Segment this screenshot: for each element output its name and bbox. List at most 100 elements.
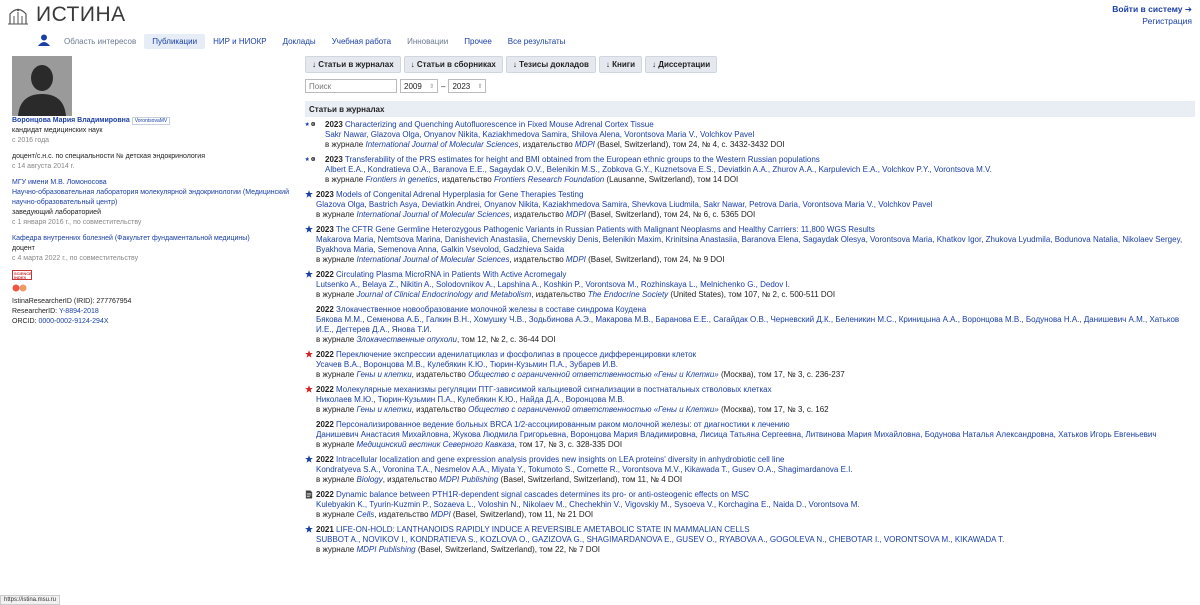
lab-link[interactable]: Научно-образовательная лаборатория молек… xyxy=(12,188,292,208)
publication-title-link[interactable]: LIFE-ON-HOLD: LANTHANOIDS RAPIDLY INDUCE… xyxy=(336,525,750,534)
publication-title-link[interactable]: Молекулярные механизмы регуляции ПТГ-зав… xyxy=(336,385,772,394)
search-input[interactable]: Поиск xyxy=(305,79,397,93)
publication-item: 2023 Transferability of the PRS estimate… xyxy=(305,155,1195,185)
publication-year: 2023 xyxy=(316,225,334,234)
tab-research[interactable]: НИР и НИОКР xyxy=(205,34,275,49)
publication-marker xyxy=(305,525,315,533)
publication-authors[interactable]: SUBBOT A., NOVIKOV I., KONDRATIEVA S., K… xyxy=(316,535,1195,545)
journal-link[interactable]: Cells xyxy=(356,510,374,519)
publisher-link[interactable]: Общество с ограниченной ответственностью… xyxy=(468,405,719,414)
publication-title-row: 2023 Characterizing and Quenching Autofl… xyxy=(325,120,1195,130)
publisher-link[interactable]: MDPI xyxy=(431,510,451,519)
document-icon[interactable] xyxy=(305,490,313,499)
star-icon[interactable] xyxy=(305,385,313,393)
orcid-link[interactable]: 0000-0002-9124-294X xyxy=(38,318,108,325)
site-title[interactable]: ИСТИНА xyxy=(36,3,126,27)
profile-nick[interactable]: VorontsovaMV xyxy=(131,117,171,125)
journal-link[interactable]: Frontiers in genetics xyxy=(365,175,437,184)
publication-title-link[interactable]: Models of Congenital Adrenal Hyperplasia… xyxy=(336,190,583,199)
publication-title-link[interactable]: The CFTR Gene Germline Heterozygous Path… xyxy=(336,225,875,234)
globe-icon[interactable] xyxy=(310,155,315,163)
journal-link[interactable]: Гены и клетки xyxy=(356,370,411,379)
journal-link[interactable]: International Journal of Molecular Scien… xyxy=(356,210,509,219)
researcher-id-link[interactable]: Y-8894-2018 xyxy=(59,308,99,315)
star-icon[interactable] xyxy=(305,270,313,278)
abstracts-button[interactable]: ↓ Тезисы докладов xyxy=(505,56,596,73)
tab-publications[interactable]: Публикации xyxy=(144,33,206,49)
tab-other[interactable]: Прочее xyxy=(456,34,500,49)
publication-authors[interactable]: Данишевич Анастасия Михайловна, Жукова Л… xyxy=(316,430,1195,440)
tab-teaching[interactable]: Учебная работа xyxy=(324,34,399,49)
collection-articles-button[interactable]: ↓ Статьи в сборниках xyxy=(403,56,503,73)
publication-title-link[interactable]: Circulating Plasma MicroRNA in Patients … xyxy=(336,270,566,279)
publication-title-link[interactable]: Dynamic balance between PTH1R-dependent … xyxy=(336,490,749,499)
journal-link[interactable]: Гены и клетки xyxy=(356,405,411,414)
publisher-link[interactable]: MDPI xyxy=(566,255,586,264)
journal-link[interactable]: Медицинский вестник Северного Кавказа xyxy=(356,440,514,449)
publication-authors[interactable]: Бякова М.М., Семенова А.Б., Галкин В.Н.,… xyxy=(316,315,1195,335)
org-link[interactable]: МГУ имени М.В. Ломоносова xyxy=(12,178,292,188)
tab-innovations[interactable]: Инновации xyxy=(399,34,456,49)
publication-title-link[interactable]: Characterizing and Quenching Autofluores… xyxy=(345,120,654,129)
tab-reports[interactable]: Доклады xyxy=(275,34,324,49)
star-icon[interactable] xyxy=(305,190,313,198)
journal-link[interactable]: International Journal of Molecular Scien… xyxy=(365,140,518,149)
publication-authors[interactable]: Kulebyakin K., Tyurin-Kuzmin P., Sozaeva… xyxy=(316,500,1195,510)
star-icon[interactable] xyxy=(305,455,313,463)
publisher-link[interactable]: MDPI Publishing xyxy=(356,545,415,554)
meta-prefix: в журнале xyxy=(316,370,357,379)
stepper-icon[interactable]: ⇕ xyxy=(477,83,482,90)
journal-link[interactable]: Biology xyxy=(356,475,382,484)
publication-meta: в журнале International Journal of Molec… xyxy=(316,210,1195,220)
science-index-badge[interactable]: SCIENCE INDEX xyxy=(12,270,32,280)
journal-articles-button[interactable]: ↓ Статьи в журналах xyxy=(305,56,401,73)
publication-authors[interactable]: Albert E.A., Kondratieva O.A., Baranova … xyxy=(325,165,1195,175)
orcid-row: ORCID: 0000-0002-9124-294X xyxy=(12,317,292,327)
dept-link[interactable]: Кафедра внутренних болезней (Факультет ф… xyxy=(12,234,292,244)
journal-link[interactable]: Злокачественные опухоли xyxy=(356,335,456,344)
meta-suffix: (Москва), том 17, № 3, с. 236-237 xyxy=(718,370,845,379)
msu-logo-icon[interactable] xyxy=(6,4,30,26)
publication-title-link[interactable]: Персонализированное ведение больных BRCA… xyxy=(336,420,790,429)
publication-authors[interactable]: Kondratyeva S.A., Voronina T.A., Nesmelo… xyxy=(316,465,1195,475)
login-link[interactable]: Войти в систему ➔ xyxy=(1112,4,1192,15)
publication-title-row: 2022 Circulating Plasma MicroRNA in Pati… xyxy=(316,270,1195,280)
publication-authors[interactable]: Lutsenko A., Belaya Z., Nikitin A., Solo… xyxy=(316,280,1195,290)
publication-title-link[interactable]: Transferability of the PRS estimates for… xyxy=(345,155,820,164)
publication-authors[interactable]: Makarova Maria, Nemtsova Marina, Danishe… xyxy=(316,235,1195,255)
dissertations-button[interactable]: ↓ Диссертации xyxy=(645,56,718,73)
publication-marker xyxy=(305,120,315,128)
publication-authors[interactable]: Glazova Olga, Bastrich Asya, Deviatkin A… xyxy=(316,200,1195,210)
publication-authors[interactable]: Sakr Nawar, Glazova Olga, Onyanov Nikita… xyxy=(325,130,1195,140)
publisher-link[interactable]: MDPI xyxy=(575,140,595,149)
publisher-link[interactable]: MDPI Publishing xyxy=(439,475,498,484)
star-icon[interactable] xyxy=(305,525,313,533)
star-icon[interactable] xyxy=(305,350,313,358)
books-button[interactable]: ↓ Книги xyxy=(598,56,643,73)
meta-prefix: в журнале xyxy=(316,440,357,449)
publication-authors[interactable]: Усачев В.А., Воронцова М.В., Кулебякин К… xyxy=(316,360,1195,370)
globe-icon[interactable] xyxy=(310,120,315,128)
publisher-link[interactable]: Общество с ограниченной ответственностью… xyxy=(468,370,719,379)
publication-title-row: 2023 Models of Congenital Adrenal Hyperp… xyxy=(316,190,1195,200)
year-to-stepper[interactable]: 2023 ⇕ xyxy=(448,79,487,93)
publication-title-link[interactable]: Злокачественное новообразование молочной… xyxy=(336,305,646,314)
publisher-link[interactable]: Frontiers Research Foundation xyxy=(494,175,604,184)
stepper-icon[interactable]: ⇕ xyxy=(429,83,434,90)
publication-title-link[interactable]: Intracellular localization and gene expr… xyxy=(336,455,784,464)
tab-interests[interactable]: Область интересов xyxy=(56,34,144,49)
publication-year: 2022 xyxy=(316,270,334,279)
tab-all-results[interactable]: Все результаты xyxy=(500,34,574,49)
dept-since: с 4 марта 2022 г., по совместительству xyxy=(12,255,139,262)
publication-title-link[interactable]: Переключение экспрессии аденилатциклаз и… xyxy=(336,350,696,359)
publisher-link[interactable]: The Endocrine Society xyxy=(588,290,669,299)
year-from-stepper[interactable]: 2009 ⇕ xyxy=(400,79,438,93)
publisher-link[interactable]: MDPI xyxy=(566,210,586,219)
journal-link[interactable]: International Journal of Molecular Scien… xyxy=(356,255,509,264)
star-icon[interactable] xyxy=(305,225,313,233)
journal-link[interactable]: Journal of Clinical Endocrinology and Me… xyxy=(356,290,531,299)
publication-authors[interactable]: Николаев М.Ю., Тюрин-Кузьмин П.А., Кулеб… xyxy=(316,395,1195,405)
user-icon[interactable] xyxy=(38,34,50,46)
researcher-logo-icon[interactable] xyxy=(12,283,28,293)
register-link[interactable]: Регистрация xyxy=(1142,16,1192,26)
